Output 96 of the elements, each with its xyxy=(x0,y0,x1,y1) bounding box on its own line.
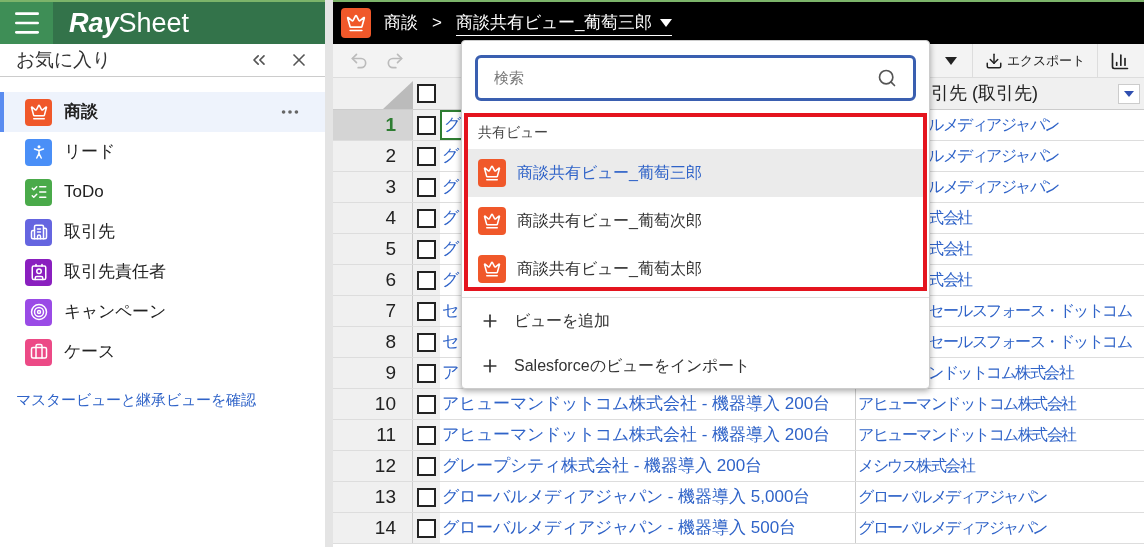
sidebar-item[interactable]: ToDo xyxy=(0,172,325,212)
column-header: 引先 (取引先) xyxy=(931,82,1038,105)
view-item[interactable]: 商談共有ビュー_葡萄太郎 xyxy=(468,245,923,287)
checkbox[interactable] xyxy=(417,84,436,103)
row-number[interactable]: 2 xyxy=(333,141,413,171)
object-name[interactable]: 商談 xyxy=(384,10,418,36)
sidebar-item[interactable]: 取引先責任者 xyxy=(0,252,325,292)
filter-button[interactable] xyxy=(1118,83,1140,104)
breadcrumb-separator: > xyxy=(432,12,442,35)
table-cell-text: グローバルメディアジャパン xyxy=(858,518,1047,538)
checkbox[interactable] xyxy=(417,301,436,321)
table-cell-text: セールスフォース・ドットコム xyxy=(928,301,1131,321)
checkbox[interactable] xyxy=(417,239,436,259)
corner-triangle-icon xyxy=(383,81,413,109)
view-selector[interactable]: 商談共有ビュー_葡萄三郎 xyxy=(455,9,673,37)
crown-icon xyxy=(478,207,506,235)
row-number[interactable]: 5 xyxy=(333,234,413,264)
table-cell-text: セ xyxy=(442,331,459,354)
table-cell-text: ルメディアジャパン xyxy=(928,177,1059,197)
download-icon xyxy=(985,51,1003,70)
row-number[interactable]: 13 xyxy=(333,482,413,512)
table-cell-text: グローバルメディアジャパン - 機器導入 500台 xyxy=(442,517,797,540)
master-view-link[interactable]: マスタービューと継承ビューを確認 xyxy=(16,389,325,412)
table-cell-text: セ xyxy=(442,300,459,323)
table-cell-text: グ xyxy=(444,114,461,137)
menu-button[interactable] xyxy=(0,2,53,44)
table-cell-text: ルメディアジャパン xyxy=(928,115,1059,135)
checkbox[interactable] xyxy=(417,208,436,228)
row-number[interactable]: 7 xyxy=(333,296,413,326)
crown-icon xyxy=(341,8,371,38)
table-cell-text: アヒューマンドットコム株式会社 xyxy=(858,394,1076,414)
row-number[interactable]: 3 xyxy=(333,172,413,202)
sidebar-item-label: 商談 xyxy=(64,101,98,124)
table-cell-text: グローバルメディアジャパン xyxy=(858,487,1047,507)
sidebar-item-label: キャンペーン xyxy=(64,301,166,324)
app-logo: RaySheet xyxy=(69,9,190,37)
sidebar-item[interactable]: 商談 xyxy=(0,92,325,132)
chart-icon[interactable] xyxy=(1110,50,1130,71)
row-number[interactable]: 6 xyxy=(333,265,413,295)
checkbox[interactable] xyxy=(417,177,436,197)
row-number[interactable]: 12 xyxy=(333,451,413,481)
search-field[interactable]: 検索 xyxy=(475,55,916,101)
view-item[interactable]: 商談共有ビュー_葡萄次郎 xyxy=(468,197,923,245)
table-cell-text: グ xyxy=(442,145,459,168)
checkbox[interactable] xyxy=(417,363,436,383)
sidebar-item[interactable]: ケース xyxy=(0,332,325,372)
crown-icon xyxy=(478,255,506,283)
table-cell-text: メシウス株式会社 xyxy=(858,456,974,476)
checkbox[interactable] xyxy=(417,146,436,166)
checkbox[interactable] xyxy=(417,518,436,538)
view-item[interactable]: 商談共有ビュー_葡萄三郎 xyxy=(468,149,923,197)
sidebar-item[interactable]: キャンペーン xyxy=(0,292,325,332)
checkbox[interactable] xyxy=(417,425,436,445)
menu-item[interactable]: Salesforceのビューをインポート xyxy=(462,343,929,388)
table-cell-text: グ xyxy=(442,176,459,199)
table-cell-text: ア xyxy=(442,362,459,385)
row-number[interactable]: 9 xyxy=(333,358,413,388)
table-cell-text: グ xyxy=(442,207,459,230)
sidebar-item-label: ケース xyxy=(64,341,115,364)
search-input[interactable]: 検索 xyxy=(494,66,877,90)
table-cell-text: ンドットコム株式会社 xyxy=(928,363,1073,383)
sidebar-item-label: 取引先責任者 xyxy=(64,261,166,284)
group-label: 共有ビュー xyxy=(477,123,549,142)
checkbox[interactable] xyxy=(417,394,436,414)
checkbox[interactable] xyxy=(417,487,436,507)
table-cell-text: グレープシティ株式会社 - 機器導入 200台 xyxy=(442,455,763,478)
table-cell-text: セールスフォース・ドットコム xyxy=(928,332,1131,352)
sidebar-title: お気に入り xyxy=(16,47,111,72)
table-cell-text: グ xyxy=(442,238,459,261)
table-cell-text: アヒューマンドットコム株式会社 - 機器導入 200台 xyxy=(442,393,831,416)
sidebar-item-label: ToDo xyxy=(64,181,104,204)
caret-icon xyxy=(1124,90,1134,97)
table-cell-text: アヒューマンドットコム株式会社 - 機器導入 200台 xyxy=(442,424,831,447)
caret-icon xyxy=(660,18,673,27)
checkbox[interactable] xyxy=(417,332,436,352)
menu-item[interactable]: ビューを追加 xyxy=(462,298,929,343)
row-number[interactable]: 8 xyxy=(333,327,413,357)
row-number[interactable]: 4 xyxy=(333,203,413,233)
table-cell-text: グ xyxy=(442,269,459,292)
row-number[interactable]: 10 xyxy=(333,389,413,419)
table-cell-text: グローバルメディアジャパン - 機器導入 5,000台 xyxy=(442,486,811,509)
table-cell-text: アヒューマンドットコム株式会社 xyxy=(858,425,1076,445)
search-icon xyxy=(877,68,897,88)
sidebar-item[interactable]: リード xyxy=(0,132,325,172)
caret-icon[interactable] xyxy=(945,56,957,65)
row-number[interactable]: 14 xyxy=(333,513,413,543)
row-number[interactable]: 11 xyxy=(333,420,413,450)
checkbox[interactable] xyxy=(417,456,436,476)
sidebar-item-label: 取引先 xyxy=(64,221,115,244)
checkbox[interactable] xyxy=(417,270,436,290)
sidebar-item[interactable]: 取引先 xyxy=(0,212,325,252)
checkbox[interactable] xyxy=(417,115,436,135)
crown-icon xyxy=(478,159,506,187)
sidebar-item-label: リード xyxy=(64,141,115,164)
table-cell-text: ルメディアジャパン xyxy=(928,146,1059,166)
export-button[interactable]: エクスポート xyxy=(972,44,1098,77)
